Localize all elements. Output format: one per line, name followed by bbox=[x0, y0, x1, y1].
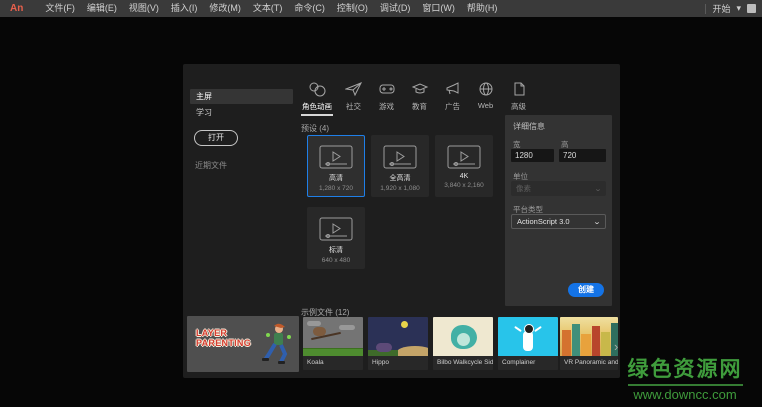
start-screen: 主屏 学习 打开 近期文件 LAYER PARENTING 角色动画 bbox=[183, 64, 620, 378]
sample-name: VR Panoramic and 3 bbox=[560, 356, 618, 370]
menubar-divider bbox=[705, 4, 706, 14]
menu-modify[interactable]: 修改(M) bbox=[203, 0, 247, 17]
units-select: 像素 ⌄ bbox=[511, 181, 606, 196]
menu-commands[interactable]: 命令(C) bbox=[288, 0, 331, 17]
height-input[interactable] bbox=[559, 149, 606, 162]
workspace-switcher[interactable]: 开始 bbox=[712, 2, 730, 15]
gamepad-icon bbox=[378, 79, 396, 99]
sample-thumbnail bbox=[498, 317, 558, 356]
sample-koala[interactable]: Koala bbox=[303, 317, 363, 370]
chevron-down-icon: ▾ bbox=[736, 3, 741, 14]
menu-file[interactable]: 文件(F) bbox=[39, 0, 81, 17]
megaphone-icon bbox=[444, 79, 462, 99]
watermark-site-name: 绿色资源网 bbox=[628, 353, 743, 386]
sample-name: Complainer bbox=[498, 356, 558, 370]
character-animation-icon bbox=[308, 79, 326, 99]
details-header: 详细信息 bbox=[513, 121, 545, 132]
watermark-url: www.downcc.com bbox=[611, 387, 759, 402]
menu-bar: An 文件(F) 编辑(E) 视图(V) 插入(I) 修改(M) 文本(T) 命… bbox=[0, 0, 762, 17]
menu-control[interactable]: 控制(O) bbox=[331, 0, 374, 17]
tab-ads[interactable]: 广告 bbox=[436, 76, 469, 112]
preset-full-hd[interactable]: 全高清 1,920 x 1,080 bbox=[371, 135, 429, 197]
menu-view[interactable]: 视图(V) bbox=[123, 0, 165, 17]
menu-insert[interactable]: 插入(I) bbox=[165, 0, 204, 17]
sidebar-item-learn[interactable]: 学习 bbox=[190, 105, 293, 120]
window-control[interactable] bbox=[747, 4, 756, 13]
create-button[interactable]: 创建 bbox=[568, 283, 604, 297]
sample-complainer[interactable]: Complainer bbox=[498, 317, 558, 370]
sample-name: Hippo bbox=[368, 356, 428, 370]
chevron-down-icon: ⌄ bbox=[594, 185, 602, 193]
menu-window[interactable]: 窗口(W) bbox=[416, 0, 461, 17]
tab-education[interactable]: 教育 bbox=[403, 76, 436, 112]
globe-icon bbox=[477, 79, 495, 99]
video-preset-icon bbox=[319, 145, 353, 169]
layer-parenting-promo-tile[interactable]: LAYER PARENTING bbox=[187, 316, 299, 372]
samples-next-arrow[interactable]: › bbox=[614, 340, 618, 353]
recent-files-label: 近期文件 bbox=[195, 160, 227, 171]
tab-character-animation[interactable]: 角色动画 bbox=[297, 76, 337, 112]
sample-thumbnail bbox=[368, 317, 428, 356]
video-preset-icon bbox=[447, 145, 481, 169]
sample-name: Bilbo Walkcycle Side bbox=[433, 356, 493, 370]
walking-character-art bbox=[259, 322, 293, 366]
sample-thumbnail bbox=[560, 317, 618, 356]
open-button[interactable]: 打开 bbox=[194, 130, 238, 146]
sample-bilbo[interactable]: Bilbo Walkcycle Side bbox=[433, 317, 493, 370]
promo-title: LAYER PARENTING bbox=[196, 328, 251, 348]
sample-name: Koala bbox=[303, 356, 363, 370]
width-input[interactable] bbox=[511, 149, 554, 162]
category-tabs: 角色动画 社交 游戏 教育 广告 bbox=[297, 76, 535, 112]
watermark: 绿色资源网 www.downcc.com bbox=[611, 353, 759, 402]
document-icon bbox=[510, 79, 528, 99]
animate-logo: An bbox=[10, 3, 23, 14]
menu-help[interactable]: 帮助(H) bbox=[461, 0, 504, 17]
menu-edit[interactable]: 编辑(E) bbox=[81, 0, 123, 17]
platform-select[interactable]: ActionScript 3.0 ⌄ bbox=[511, 214, 606, 229]
menu-text[interactable]: 文本(T) bbox=[247, 0, 289, 17]
preset-hd[interactable]: 高清 1,280 x 720 bbox=[307, 135, 365, 197]
video-preset-icon bbox=[319, 217, 353, 241]
sample-vr-panoramic[interactable]: VR Panoramic and 3 bbox=[560, 317, 618, 370]
video-preset-icon bbox=[383, 145, 417, 169]
tab-web[interactable]: Web bbox=[469, 76, 502, 112]
graduation-cap-icon bbox=[411, 79, 429, 99]
sidebar-item-home[interactable]: 主屏 bbox=[190, 89, 293, 104]
sample-thumbnail bbox=[433, 317, 493, 356]
menu-debug[interactable]: 调试(D) bbox=[374, 0, 417, 17]
preset-sd[interactable]: 标清 640 x 480 bbox=[307, 207, 365, 269]
details-panel: 详细信息 宽 高 单位 像素 ⌄ 平台类型 ActionScript 3.0 ⌄… bbox=[505, 115, 612, 306]
sample-hippo[interactable]: Hippo bbox=[368, 317, 428, 370]
sample-thumbnail bbox=[303, 317, 363, 356]
tab-advanced[interactable]: 高级 bbox=[502, 76, 535, 112]
tab-games[interactable]: 游戏 bbox=[370, 76, 403, 112]
chevron-down-icon: ⌄ bbox=[593, 218, 601, 226]
tab-social[interactable]: 社交 bbox=[337, 76, 370, 112]
presets-header: 预设 (4) bbox=[301, 123, 329, 134]
paper-plane-icon bbox=[345, 79, 363, 99]
preset-4k[interactable]: 4K 3,840 x 2,160 bbox=[435, 135, 493, 197]
